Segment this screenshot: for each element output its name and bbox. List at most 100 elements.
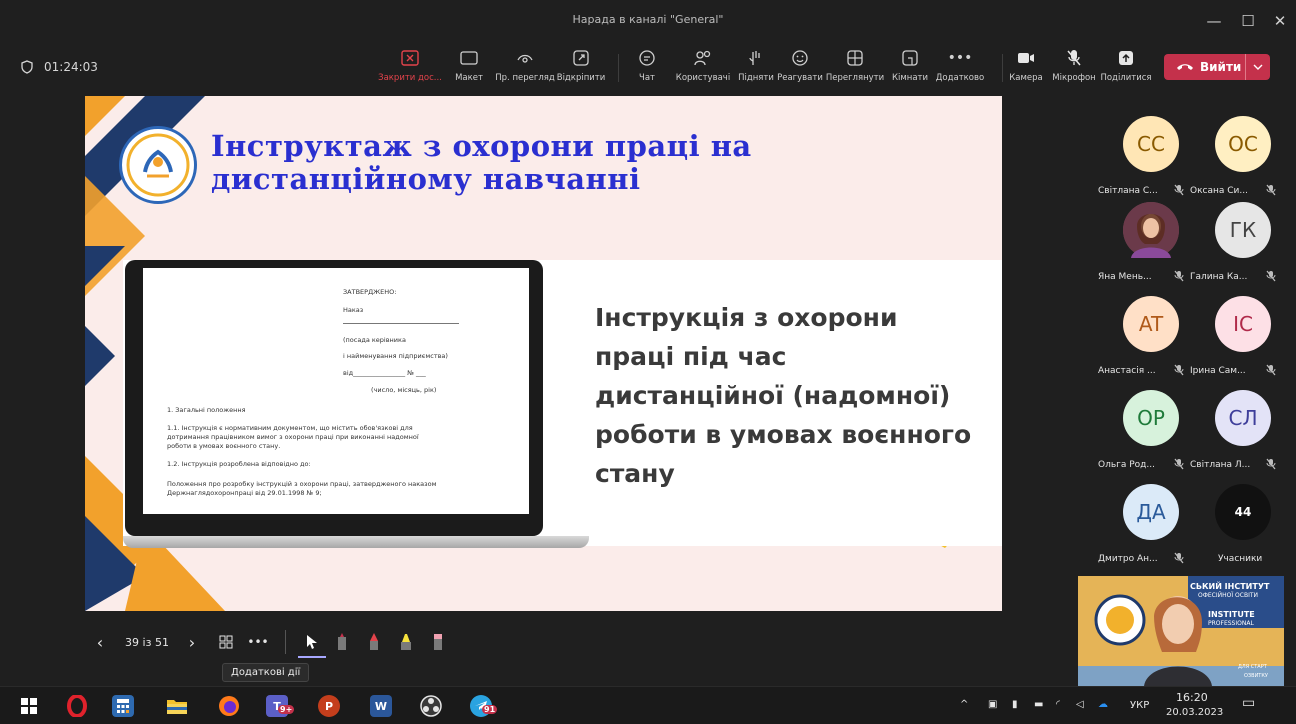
tray-mic-icon[interactable]: ▮: [1012, 699, 1018, 710]
participant-name: Ірина Сам...: [1190, 366, 1246, 376]
volume-icon[interactable]: ◁: [1076, 699, 1084, 710]
participant-tile[interactable]: CC Світлана С...: [1096, 106, 1196, 198]
highlighter-icon[interactable]: [396, 630, 416, 654]
maximize-button[interactable]: ☐: [1230, 8, 1266, 34]
avatar: [1123, 202, 1179, 258]
obs-icon[interactable]: [420, 695, 442, 717]
word-icon[interactable]: W: [370, 695, 392, 717]
laptop-image: ЗАТВЕРДЖЕНО: Наказ (посада керівника і н…: [125, 260, 543, 536]
more-button[interactable]: ••• Додатково: [925, 48, 995, 83]
mic-off-icon: [1174, 364, 1184, 379]
participant-name: Учасники: [1218, 554, 1263, 564]
participant-tile[interactable]: СЛ Світлана Л...: [1188, 380, 1288, 472]
meeting-toolbar: 01:24:03 Закрити дос... Макет Пр. перегл…: [0, 40, 1296, 94]
tray-device-icon[interactable]: ▬: [1034, 699, 1043, 710]
participant-tile[interactable]: Яна Мень...: [1096, 192, 1196, 284]
eye-icon: [517, 54, 533, 63]
participant-tile[interactable]: IC Ірина Сам...: [1188, 286, 1288, 378]
title-bar: Нарада в каналі "General" — ☐ ✕: [0, 0, 1296, 40]
phone-icon: [1177, 64, 1193, 70]
document-preview: ЗАТВЕРДЖЕНО: Наказ (посада керівника і н…: [143, 268, 529, 514]
slide-counter: 39 із 51: [125, 635, 169, 649]
next-slide-button[interactable]: ›: [182, 630, 202, 654]
windows-taskbar: T 9+ P W 91 ^ ▣ ▮ ▬ ◜ ◁ ☁ УКР 16:20 20.0…: [0, 686, 1296, 724]
avatar: СЛ: [1215, 390, 1271, 446]
shield-icon: [21, 60, 33, 74]
share-icon: [1119, 51, 1133, 65]
mic-off-icon: [1174, 270, 1184, 285]
shared-content-stage: Інструктаж з охорони праці на дистанційн…: [0, 94, 1070, 680]
participant-tile[interactable]: OC Оксана Си...: [1188, 106, 1288, 198]
leave-main[interactable]: Вийти: [1164, 60, 1245, 74]
video-banner-text: ДЛЯ СТАРТ: [1238, 664, 1267, 670]
avatar: CC: [1123, 116, 1179, 172]
slide-title: Інструктаж з охорони праці на дистанційн…: [211, 129, 752, 196]
language-indicator[interactable]: УКР: [1130, 700, 1149, 711]
teams-icon[interactable]: T 9+: [266, 695, 295, 717]
participant-tile[interactable]: AT Анастасія ...: [1096, 286, 1196, 378]
slide-body-text: Інструкція з охорони праці під час диста…: [595, 303, 972, 488]
file-explorer-icon[interactable]: [166, 695, 188, 717]
telegram-badge: 91: [482, 705, 498, 714]
more-actions-tooltip: Додаткові дії: [222, 663, 310, 682]
clock-date[interactable]: 20.03.2023: [1166, 707, 1223, 718]
tray-overflow-icon[interactable]: ^: [960, 699, 968, 710]
participant-name: Яна Мень...: [1098, 272, 1152, 282]
elapsed-time: 01:24:03: [44, 60, 98, 74]
mic-off-icon: [1067, 50, 1081, 66]
close-button[interactable]: ✕: [1262, 8, 1296, 34]
mic-off-icon: [1174, 552, 1184, 567]
laptop-base: [123, 536, 589, 548]
smile-icon: [792, 50, 808, 66]
telegram-icon[interactable]: 91: [470, 695, 498, 717]
avatar: OP: [1123, 390, 1179, 446]
powerpoint-icon[interactable]: P: [318, 695, 340, 717]
window-title: Нарада в каналі "General": [572, 13, 724, 26]
minimize-button[interactable]: —: [1196, 8, 1232, 34]
grid-view-icon[interactable]: [216, 630, 236, 654]
popout-icon: [573, 50, 589, 66]
participant-tile[interactable]: OP Ольга Род...: [1096, 380, 1196, 472]
video-banner-text: СЬКИЙ ІНСТИТУТ: [1190, 582, 1270, 591]
popout-button[interactable]: Відкріпити: [546, 48, 616, 83]
leave-button[interactable]: Вийти: [1164, 54, 1270, 80]
meeting-timer: 01:24:03: [20, 60, 98, 74]
pen-red-icon[interactable]: [364, 630, 384, 654]
participants-count: 44: [1215, 484, 1271, 540]
avatar: ДА: [1123, 484, 1179, 540]
chevron-down-icon[interactable]: [1246, 64, 1270, 70]
pointer-tool-icon[interactable]: [300, 630, 324, 654]
clock-time[interactable]: 16:20: [1176, 691, 1208, 704]
opera-icon[interactable]: [66, 695, 88, 717]
video-banner-text: PROFESSIONAL: [1208, 620, 1254, 627]
leave-label: Вийти: [1200, 60, 1242, 74]
chat-icon: [639, 50, 655, 66]
rooms-icon: [902, 50, 918, 66]
notifications-icon[interactable]: ▭: [1242, 695, 1255, 711]
participant-tile[interactable]: ГК Галина Ка...: [1188, 192, 1288, 284]
more-actions-icon[interactable]: •••: [247, 630, 268, 654]
firefox-icon[interactable]: [218, 695, 240, 717]
previous-slide-button[interactable]: ‹: [90, 630, 110, 654]
windows-start-icon[interactable]: [18, 695, 40, 717]
participant-tile[interactable]: 44 Учасники: [1188, 474, 1288, 566]
avatar: AT: [1123, 296, 1179, 352]
calculator-icon[interactable]: [112, 695, 134, 717]
participant-name: Ольга Род...: [1098, 460, 1155, 470]
share-button[interactable]: Поділитися: [1091, 48, 1161, 83]
eraser-icon[interactable]: [428, 630, 448, 654]
presenter-divider: [285, 630, 286, 654]
video-banner-text: INSTITUTE: [1208, 610, 1255, 619]
stop-share-icon: [401, 50, 419, 66]
participant-tile[interactable]: ДА Дмитро Ан...: [1096, 474, 1196, 566]
tray-app-icon[interactable]: ▣: [988, 699, 997, 710]
more-icon: •••: [947, 50, 973, 66]
video-banner-text: ОЗВИТКУ: [1244, 673, 1268, 679]
institute-logo: [119, 126, 197, 204]
self-video[interactable]: СЬКИЙ ІНСТИТУТ ОФЕСІЙНОЇ ОСВІТИ INSTITUT…: [1078, 576, 1284, 686]
mic-off-icon: [1266, 458, 1276, 473]
wifi-icon[interactable]: ◜: [1056, 699, 1060, 710]
pen-gray-icon[interactable]: [332, 630, 352, 654]
teams-badge: 9+: [278, 705, 295, 714]
onedrive-icon[interactable]: ☁: [1098, 699, 1108, 710]
